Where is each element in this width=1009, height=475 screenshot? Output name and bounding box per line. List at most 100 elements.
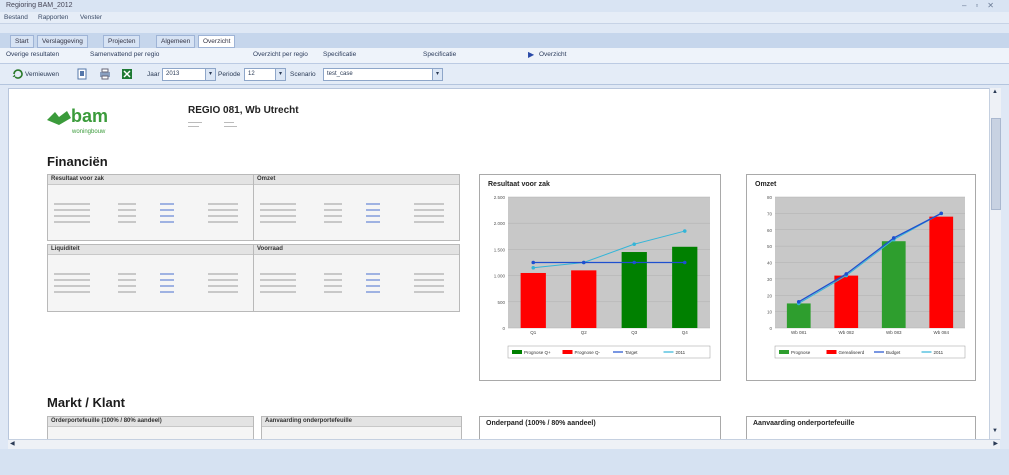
scroll-right-icon[interactable]: ▶	[993, 440, 998, 447]
bar	[929, 216, 954, 328]
export-excel-icon[interactable]	[121, 68, 133, 80]
play-icon[interactable]: ▶	[528, 50, 534, 59]
periode-select[interactable]: 12 ▾	[244, 68, 286, 81]
scroll-left-icon[interactable]: ◀	[10, 440, 15, 447]
section-markt: Markt / Klant	[47, 395, 126, 410]
legend-label: Gerealiseerd	[839, 350, 865, 355]
table-cell	[208, 221, 238, 223]
table-cell	[366, 285, 380, 287]
vertical-scroll-thumb[interactable]	[991, 118, 1001, 210]
refresh-label[interactable]: Vernieuwen	[25, 71, 59, 78]
panel-title: Orderportefeuille (100% / 80% aandeel)	[51, 418, 162, 424]
periode-value: 12	[248, 71, 255, 77]
table-cell	[414, 273, 444, 275]
report-canvas: bam woningbouw REGIO 081, Wb Utrecht Fin…	[8, 88, 991, 441]
ribbon-tabs	[0, 33, 1009, 48]
meta-line	[188, 122, 202, 123]
bar	[881, 241, 906, 328]
scenario-label: Scenario	[290, 71, 316, 78]
panel-title: Liquiditeit	[51, 246, 80, 252]
meta-line	[188, 126, 199, 127]
y-tick-label: 20	[767, 293, 773, 298]
panel-title: Voorraad	[257, 246, 283, 252]
jaar-value: 2013	[166, 71, 180, 77]
legend-label: 2011	[676, 350, 686, 355]
x-tick-label: Q1	[530, 330, 537, 335]
panel-title: Resultaat voor zak	[51, 176, 105, 182]
table-cell	[324, 221, 342, 223]
x-tick-label: Q2	[581, 330, 588, 335]
table-cell	[160, 273, 174, 275]
panel-title: Aanvaarding onderportefeuille	[753, 420, 855, 427]
subtab-overige[interactable]: Overige resultaten	[6, 51, 59, 58]
legend-swatch	[826, 350, 837, 354]
print-icon[interactable]	[99, 68, 111, 80]
subtab-overzicht[interactable]: Overzicht	[539, 51, 566, 58]
window-controls[interactable]: –▫✕	[962, 1, 1003, 10]
panel-title: Aanvaarding onderportefeuille	[265, 418, 353, 424]
chart-resultaat-svg: Resultaat voor zak 0 500 1.000 1.500 2.000 2.5…	[488, 181, 711, 359]
trend-line-point	[682, 229, 687, 233]
panel-aanvaarding-2: Aanvaarding onderportefeuille	[746, 416, 976, 440]
tab-projecten[interactable]: Projecten	[103, 35, 141, 48]
trend-line-point	[531, 265, 536, 270]
menu-bestand[interactable]: Bestand	[4, 14, 28, 21]
jaar-select[interactable]: 2013 ▾	[162, 68, 216, 81]
panel-aanvaarding-1: Aanvaarding onderportefeuille	[261, 416, 462, 440]
table-cell	[260, 209, 296, 211]
chevron-down-icon[interactable]: ▾	[432, 69, 442, 80]
tab-start[interactable]: Start	[10, 35, 34, 48]
chevron-down-icon[interactable]: ▾	[205, 69, 215, 80]
subtab-specificatie-2[interactable]: Specificatie	[423, 51, 456, 58]
table-cell	[414, 291, 444, 293]
chart-resultaat: Resultaat voor zak 0 500 1.000 1.500 2.000 2.5…	[479, 174, 721, 381]
menu-rapporten[interactable]: Rapporten	[38, 14, 68, 21]
bam-logo-icon	[47, 111, 71, 125]
table-voorraad: Voorraad	[253, 244, 460, 312]
table-cell	[160, 279, 174, 281]
periode-label: Periode	[218, 71, 241, 78]
y-tick-label: 0	[502, 326, 505, 331]
target-line-point	[891, 236, 896, 240]
tab-verslaggeving[interactable]: Verslaggeving	[37, 35, 88, 48]
subtab-samenvattend[interactable]: Samenvattend per regio	[90, 51, 159, 58]
table-cell	[414, 203, 444, 205]
table-cell	[118, 221, 136, 223]
tab-overzicht[interactable]: Overzicht	[198, 35, 236, 48]
y-tick-label: 40	[767, 261, 773, 266]
subtab-overzicht-regio[interactable]: Overzicht per regio	[253, 51, 308, 58]
table-resultaat: Resultaat voor zak	[47, 174, 254, 241]
table-cell	[54, 221, 90, 223]
legend-swatch	[779, 350, 789, 354]
bar	[834, 275, 859, 328]
table-cell	[160, 285, 174, 287]
table-cell	[260, 221, 296, 223]
section-financien: Financiën	[47, 154, 108, 169]
subtab-specificatie-1[interactable]: Specificatie	[323, 51, 356, 58]
scenario-select[interactable]: test_case ▾	[323, 68, 443, 81]
target-line-point	[632, 260, 637, 265]
vertical-scrollbar[interactable]: ▲ ▼	[989, 88, 1001, 439]
table-cell	[260, 203, 296, 205]
page-setup-icon[interactable]	[76, 68, 88, 80]
legend-swatch	[562, 350, 573, 354]
scroll-up-icon[interactable]: ▲	[992, 89, 998, 95]
table-cell	[54, 215, 90, 217]
table-cell	[208, 285, 238, 287]
meta-line	[224, 122, 234, 123]
scenario-value: test_case	[327, 71, 353, 77]
table-cell	[118, 209, 136, 211]
scroll-down-icon[interactable]: ▼	[992, 428, 998, 434]
panel-title: Omzet	[257, 176, 276, 182]
chevron-down-icon[interactable]: ▾	[275, 69, 285, 80]
chart-omzet: Omzet 0 10 20 30 40 50 60 70 80 Wb 081 Wb 082 Wb 083…	[746, 174, 976, 381]
logo-subtitle: woningbouw	[72, 129, 106, 135]
refresh-icon[interactable]	[12, 68, 24, 80]
x-tick-label: Q3	[631, 330, 638, 335]
table-cell	[208, 273, 238, 275]
target-line-point	[796, 300, 801, 304]
status-bar	[0, 449, 1009, 475]
bar	[571, 270, 597, 328]
menu-venster[interactable]: Venster	[80, 14, 102, 21]
tab-algemeen[interactable]: Algemeen	[156, 35, 196, 48]
